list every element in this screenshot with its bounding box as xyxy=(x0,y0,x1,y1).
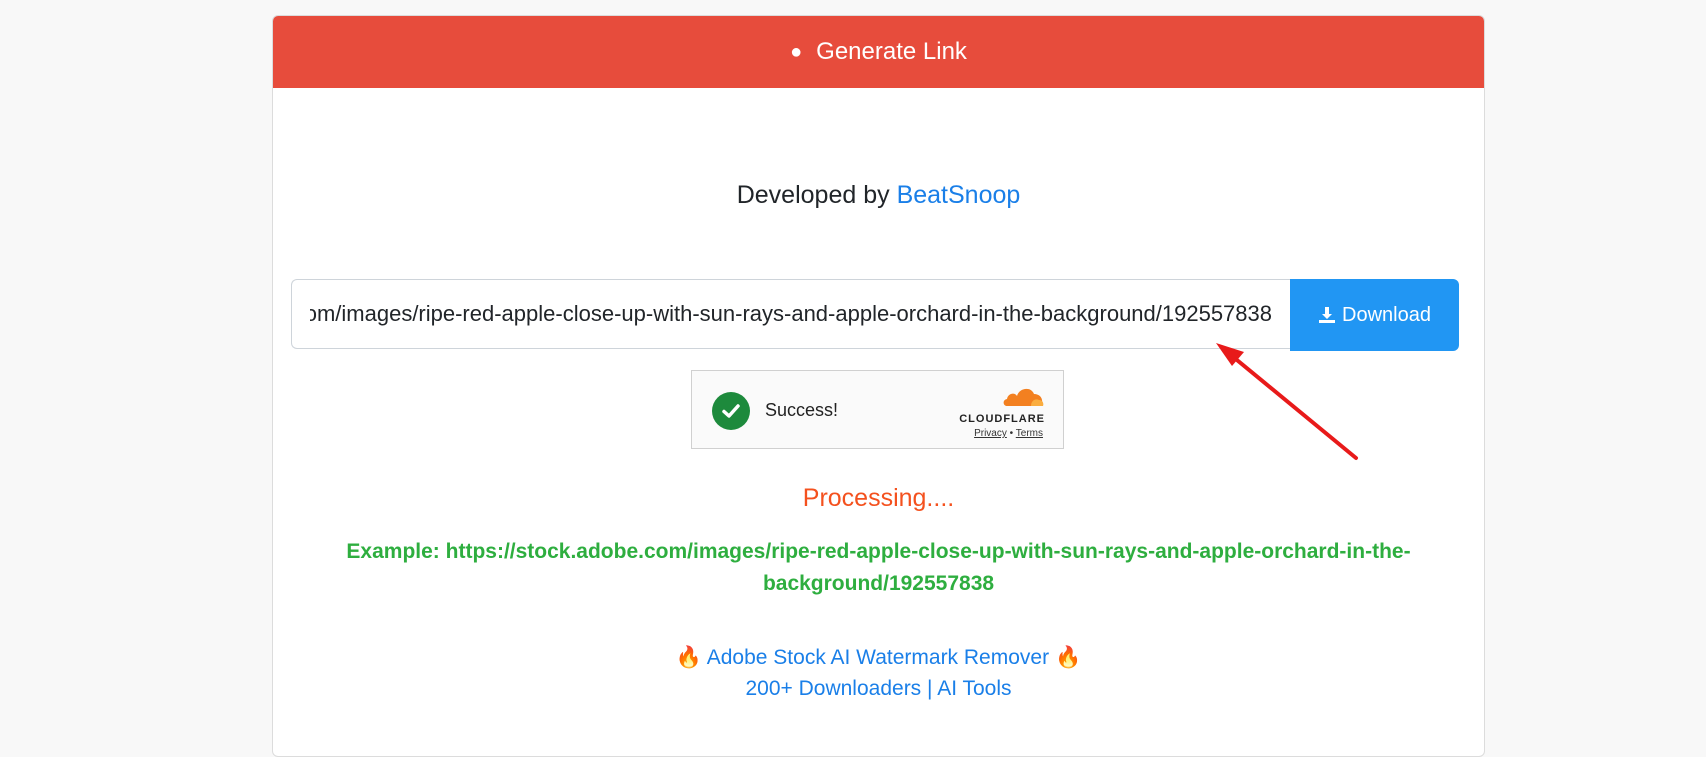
ai-tools-link[interactable]: AI Tools xyxy=(937,677,1011,700)
processing-status: Processing.... xyxy=(802,484,955,512)
developer-credit: Developed by BeatSnoop xyxy=(273,181,1484,210)
watermark-remover-link[interactable]: Adobe Stock AI Watermark Remover xyxy=(707,646,1049,669)
terms-link[interactable]: Terms xyxy=(1016,428,1043,439)
fire-icon: 🔥 xyxy=(1054,646,1082,669)
promo-links: 🔥 Adobe Stock AI Watermark Remover 🔥 200… xyxy=(273,642,1484,704)
url-input-group: Download xyxy=(291,279,1459,351)
download-icon xyxy=(1319,307,1336,323)
promo-line-1: 🔥 Adobe Stock AI Watermark Remover 🔥 xyxy=(273,642,1484,673)
card-header: ● Generate Link xyxy=(273,16,1484,88)
cloudflare-logo: CLOUDFLARE xyxy=(949,384,1045,425)
promo-line-2: 200+ Downloaders | AI Tools xyxy=(273,673,1484,704)
downloaders-link[interactable]: 200+ Downloaders xyxy=(745,677,921,700)
developer-prefix: Developed by xyxy=(736,181,890,209)
link-separator: | xyxy=(927,677,933,700)
download-label: Download xyxy=(1342,303,1431,326)
developer-link[interactable]: BeatSnoop xyxy=(897,181,1021,209)
captcha-links: Privacy • Terms xyxy=(974,428,1043,439)
cloudflare-wordmark: CLOUDFLARE xyxy=(959,413,1045,425)
privacy-link[interactable]: Privacy xyxy=(974,428,1007,439)
captcha-status: Success! xyxy=(765,400,839,420)
bullet-icon: ● xyxy=(790,40,803,63)
cloudflare-logo-icon xyxy=(1003,388,1044,406)
cloudflare-captcha[interactable]: Success! CLOUDFLARE Privacy • Terms xyxy=(691,370,1064,449)
fire-icon: 🔥 xyxy=(675,646,703,669)
download-button[interactable]: Download xyxy=(1290,279,1459,351)
links-separator: • xyxy=(1009,428,1014,439)
url-input[interactable] xyxy=(291,279,1290,349)
example-url: Example: https://stock.adobe.com/images/… xyxy=(346,540,1411,595)
check-icon xyxy=(712,392,750,430)
header-title: Generate Link xyxy=(816,38,967,65)
generator-card: ● Generate Link Developed by BeatSnoop D… xyxy=(272,15,1485,757)
